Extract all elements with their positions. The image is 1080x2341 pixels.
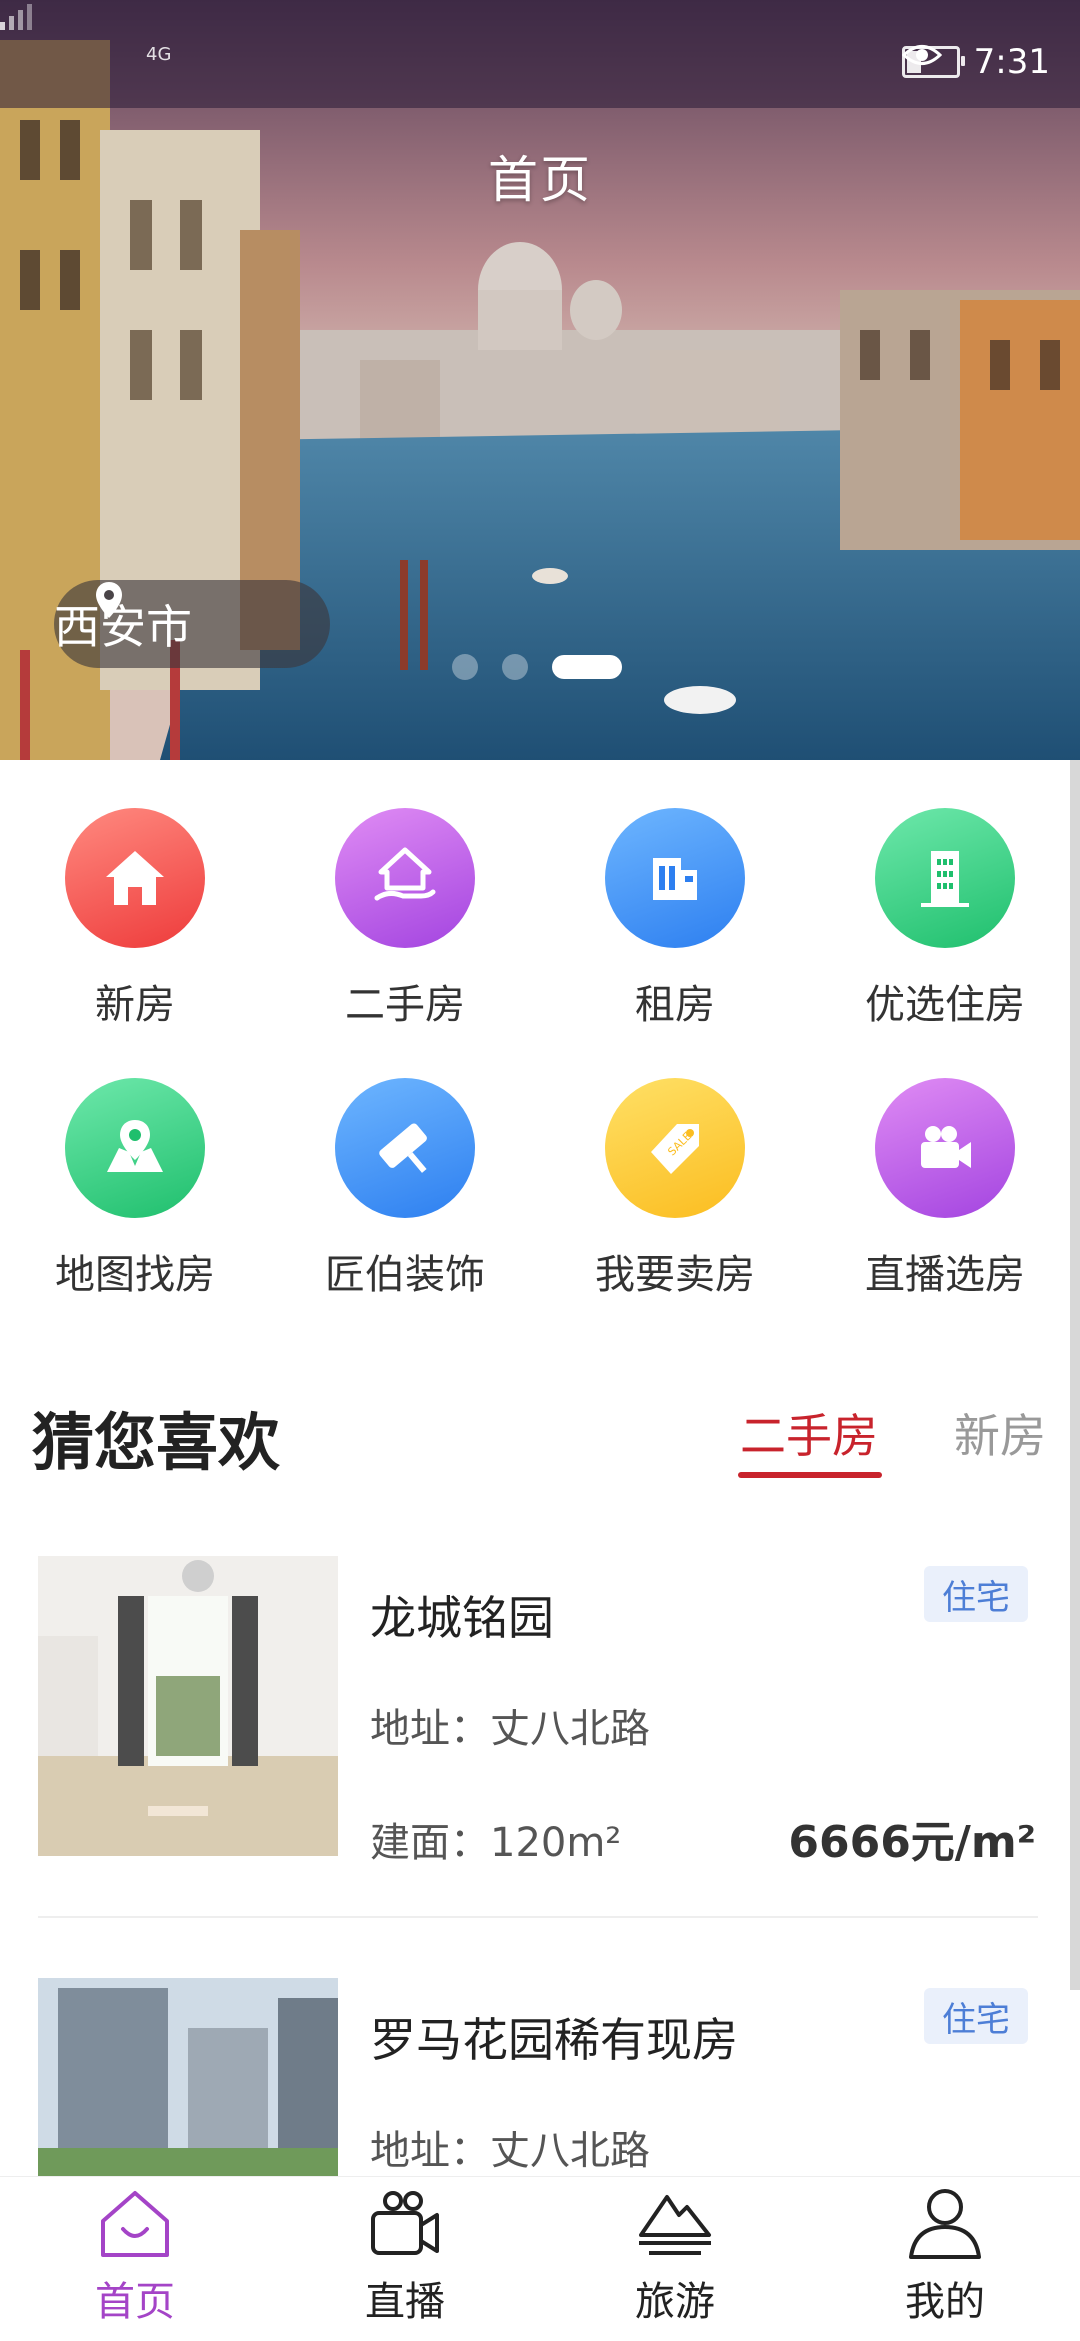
menu-label: 二手房 xyxy=(345,982,465,1028)
nav-label: 我的 xyxy=(905,2279,985,2325)
menu-label: 优选住房 xyxy=(865,982,1025,1028)
tab-second-hand[interactable]: 二手房 xyxy=(740,1400,878,1466)
listing-title: 罗马花园稀有现房 xyxy=(370,2013,738,2067)
menu-label: 匠伯装饰 xyxy=(325,1252,485,1298)
mountain-icon xyxy=(639,2195,711,2255)
user-icon xyxy=(909,2189,981,2259)
listing-title: 龙城铭园 xyxy=(370,1591,554,1645)
carousel-indicator xyxy=(452,654,622,680)
tower-icon xyxy=(921,851,969,907)
network-indicator: 4G xyxy=(146,44,172,65)
video-camera-icon xyxy=(921,1126,971,1168)
listing-address: 地址：丈八北路 xyxy=(370,2128,650,2174)
listing-card[interactable]: 龙城铭园 住宅 地址：丈八北路 建面：120m² 6666元/m² xyxy=(0,1556,1080,1916)
map-pin-icon xyxy=(107,1120,163,1172)
home-icon xyxy=(101,2191,169,2257)
carousel-dot[interactable] xyxy=(502,654,528,680)
house-hand-icon xyxy=(374,847,436,901)
menu-item-second-hand[interactable]: 二手房 xyxy=(270,808,540,1030)
listing-image xyxy=(38,1556,338,1856)
section-title: 猜您喜欢 xyxy=(32,1406,281,1479)
nav-label: 首页 xyxy=(95,2279,175,2325)
list-divider xyxy=(38,1916,1038,1918)
house-icon xyxy=(106,851,164,905)
nav-travel[interactable]: 旅游 xyxy=(540,2185,810,2327)
tab-new-house[interactable]: 新房 xyxy=(954,1400,1046,1466)
nav-live[interactable]: 直播 xyxy=(270,2185,540,2327)
menu-item-decoration[interactable]: 匠伯装饰 xyxy=(270,1078,540,1300)
status-bar: 4G 7:31 xyxy=(0,0,1080,108)
paint-roller-icon xyxy=(379,1123,427,1173)
status-time: 7:31 xyxy=(973,42,1050,82)
menu-item-sell-house[interactable]: SALE 我要卖房 xyxy=(540,1078,810,1300)
menu-item-new-house[interactable]: 新房 xyxy=(0,808,270,1030)
nav-label: 旅游 xyxy=(635,2279,715,2325)
listing-address: 地址：丈八北路 xyxy=(370,1706,650,1752)
listing-price: 6666元/m² xyxy=(788,1817,1036,1868)
listing-image xyxy=(38,1978,338,2176)
menu-label: 直播选房 xyxy=(865,1252,1025,1298)
menu-label: 我要卖房 xyxy=(595,1252,755,1298)
page-title: 首页 xyxy=(488,151,592,209)
banner-carousel[interactable]: 4G 7:31 首页 西安市 xyxy=(0,0,1080,760)
location-pin-icon xyxy=(96,582,122,618)
menu-label: 租房 xyxy=(635,982,715,1028)
carousel-dot-active[interactable] xyxy=(552,655,622,679)
camera-icon xyxy=(371,2191,439,2255)
listing-type-badge: 住宅 xyxy=(924,1988,1028,2044)
menu-item-live-select[interactable]: 直播选房 xyxy=(810,1078,1080,1300)
city-selector[interactable]: 西安市 xyxy=(54,580,330,668)
carousel-dot[interactable] xyxy=(452,654,478,680)
listing-area: 建面：120m² xyxy=(370,1820,622,1866)
signal-icon xyxy=(0,4,32,30)
battery-icon xyxy=(901,46,965,78)
building-icon xyxy=(653,858,697,900)
menu-label: 地图找房 xyxy=(55,1252,215,1298)
nav-mine[interactable]: 我的 xyxy=(810,2185,1080,2327)
menu-item-premium-housing[interactable]: 优选住房 xyxy=(810,808,1080,1030)
nav-label: 直播 xyxy=(365,2279,445,2325)
bottom-navigation: 首页 直播 旅游 我的 xyxy=(0,2176,1080,2341)
sale-tag-icon: SALE xyxy=(651,1124,699,1174)
menu-label: 新房 xyxy=(95,982,175,1028)
menu-item-map-search[interactable]: 地图找房 xyxy=(0,1078,270,1300)
menu-item-rent[interactable]: 租房 xyxy=(540,808,810,1030)
scrollbar[interactable] xyxy=(1070,760,1080,1990)
listing-type-badge: 住宅 xyxy=(924,1566,1028,1622)
listing-card[interactable]: 罗马花园稀有现房 住宅 地址：丈八北路 xyxy=(0,1978,1080,2176)
nav-home[interactable]: 首页 xyxy=(0,2185,270,2327)
tab-active-underline xyxy=(738,1472,882,1478)
